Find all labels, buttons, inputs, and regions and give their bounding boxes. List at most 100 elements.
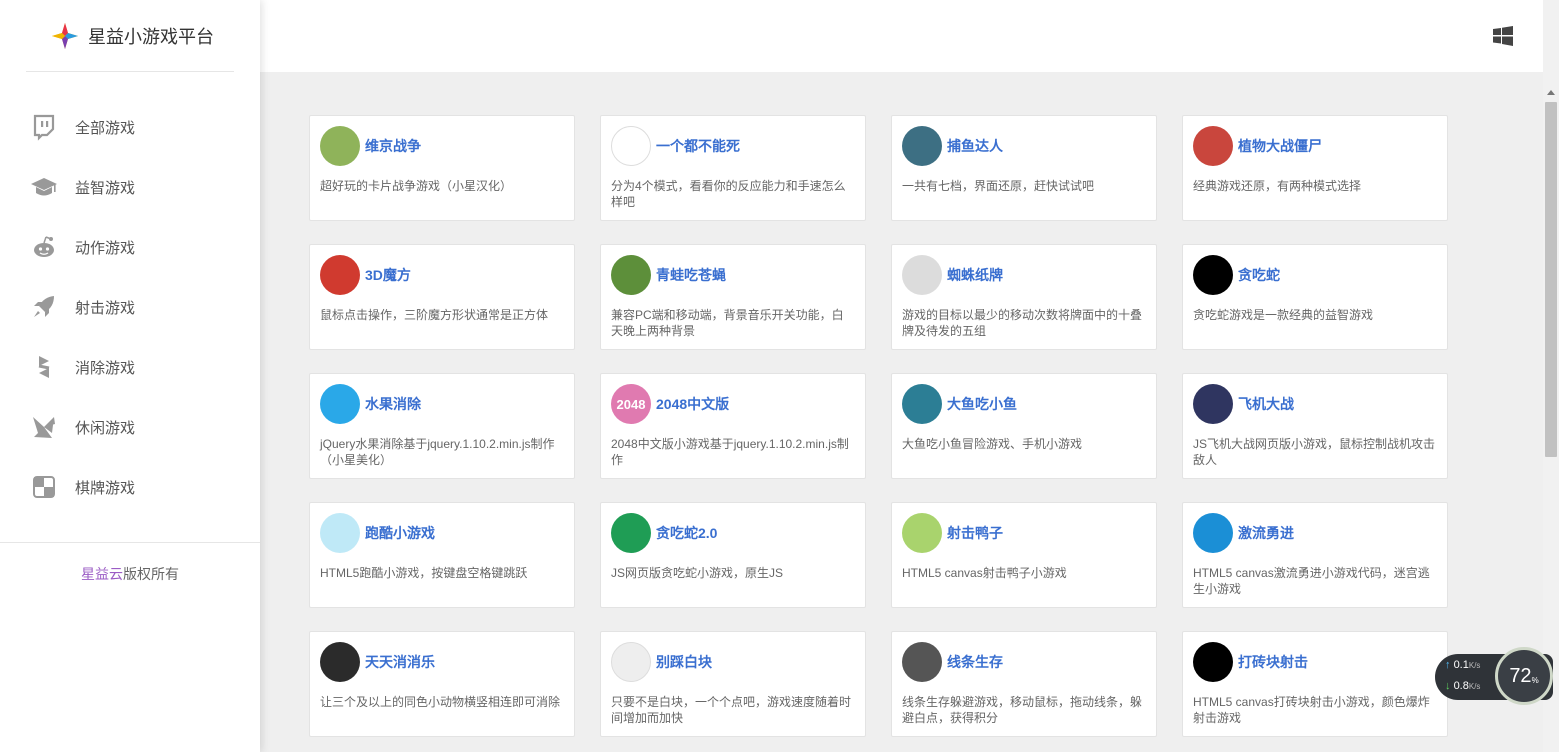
game-thumbnail[interactable] xyxy=(320,513,360,553)
game-card[interactable]: 捕鱼达人 一共有七档，界面还原，赶快试试吧 xyxy=(891,115,1157,221)
sidebar-item-shooting[interactable]: 射击游戏 xyxy=(0,277,260,337)
sidebar-item-label: 消除游戏 xyxy=(75,359,136,377)
game-thumbnail[interactable] xyxy=(320,384,360,424)
game-thumbnail[interactable] xyxy=(902,384,942,424)
sidebar-item-casual[interactable]: 休闲游戏 xyxy=(0,397,260,457)
game-thumbnail[interactable] xyxy=(320,642,360,682)
game-title[interactable]: 2048中文版 xyxy=(656,394,729,414)
game-card[interactable]: 一个都不能死 分为4个模式，看看你的反应能力和手速怎么样吧 xyxy=(600,115,866,221)
memory-gauge[interactable]: 72% xyxy=(1495,647,1553,705)
pinwheel-icon xyxy=(33,417,55,438)
game-card[interactable]: 贪吃蛇2.0 JS网页版贪吃蛇小游戏，原生JS xyxy=(600,502,866,608)
star-logo-icon xyxy=(52,22,78,49)
sidebar-item-elimination[interactable]: 消除游戏 xyxy=(0,337,260,397)
scrollbar[interactable] xyxy=(1543,0,1559,752)
game-thumbnail[interactable] xyxy=(1193,384,1233,424)
game-title[interactable]: 植物大战僵尸 xyxy=(1238,136,1322,156)
hubspot-icon xyxy=(38,356,50,378)
game-description: 贪吃蛇游戏是一款经典的益智游戏 xyxy=(1193,308,1374,322)
game-description: JS飞机大战网页版小游戏，鼠标控制战机攻击敌人 xyxy=(1193,437,1436,467)
game-thumbnail[interactable] xyxy=(611,513,651,553)
game-title[interactable]: 射击鸭子 xyxy=(947,523,1003,543)
game-card[interactable]: 射击鸭子 HTML5 canvas射击鸭子小游戏 xyxy=(891,502,1157,608)
game-thumbnail[interactable] xyxy=(320,255,360,295)
scrollbar-thumb[interactable] xyxy=(1545,102,1557,457)
game-thumbnail[interactable] xyxy=(1193,642,1233,682)
game-card[interactable]: 贪吃蛇贪吃蛇游戏是一款经典的益智游戏 xyxy=(1182,244,1448,350)
scroll-up-arrow[interactable] xyxy=(1547,90,1555,95)
game-title[interactable]: 蜘蛛纸牌 xyxy=(947,265,1003,285)
rocket-icon xyxy=(34,296,54,317)
game-thumbnail[interactable] xyxy=(1193,126,1233,166)
game-title[interactable]: 跑酷小游戏 xyxy=(365,523,435,543)
game-title[interactable]: 贪吃蛇 xyxy=(1238,265,1280,285)
sidebar-item-all-games[interactable]: 全部游戏 xyxy=(0,97,260,157)
game-thumbnail[interactable] xyxy=(1193,513,1233,553)
upload-speed: ↑ 0.1K/s xyxy=(1445,659,1480,671)
game-description: jQuery水果消除基于jquery.1.10.2.min.js制作（小星美化） xyxy=(320,437,555,467)
windows-icon[interactable] xyxy=(1493,26,1513,46)
game-card[interactable]: 飞机大战 JS飞机大战网页版小游戏，鼠标控制战机攻击敌人 xyxy=(1182,373,1448,479)
sidebar-item-board[interactable]: 棋牌游戏 xyxy=(0,457,260,517)
upload-unit: K/s xyxy=(1468,661,1481,670)
game-title[interactable]: 一个都不能死 xyxy=(656,136,740,156)
game-title[interactable]: 飞机大战 xyxy=(1238,394,1294,414)
game-title[interactable]: 大鱼吃小鱼 xyxy=(947,394,1017,414)
game-card[interactable]: 蜘蛛纸牌 游戏的目标以最少的移动次数将牌面中的十叠牌及待发的五组 xyxy=(891,244,1157,350)
game-card[interactable]: 别踩白块 只要不是白块，一个个点吧，游戏速度随着时间增加而加快 xyxy=(600,631,866,737)
game-card[interactable]: 植物大战僵尸 经典游戏还原，有两种模式选择 xyxy=(1182,115,1448,221)
copyright-suffix: 版权所有 xyxy=(123,566,179,582)
game-title[interactable]: 维京战争 xyxy=(365,136,421,156)
sidebar-item-label: 动作游戏 xyxy=(75,239,136,257)
game-card[interactable]: 青蛙吃苍蝇 兼容PC端和移动端，背景音乐开关功能，白天晚上两种背景 xyxy=(600,244,866,350)
game-title[interactable]: 3D魔方 xyxy=(365,265,411,285)
game-description: 大鱼吃小鱼冒险游戏、手机小游戏 xyxy=(902,437,1083,451)
game-thumbnail[interactable] xyxy=(902,255,942,295)
game-description: HTML5 canvas射击鸭子小游戏 xyxy=(902,566,1067,580)
game-thumbnail[interactable]: 2048 xyxy=(611,384,651,424)
game-card[interactable]: 天天消消乐 让三个及以上的同色小动物横竖相连即可消除 xyxy=(309,631,575,737)
game-card[interactable]: 3D魔方 鼠标点击操作，三阶魔方形状通常是正方体 xyxy=(309,244,575,350)
game-thumbnail[interactable] xyxy=(611,126,651,166)
game-card[interactable]: 激流勇进 HTML5 canvas激流勇进小游戏代码，迷宫逃生小游戏 xyxy=(1182,502,1448,608)
logo[interactable]: 星益小游戏平台 xyxy=(26,0,234,72)
sidebar-item-puzzle[interactable]: 益智游戏 xyxy=(0,157,260,217)
game-thumbnail[interactable] xyxy=(611,255,651,295)
download-value: 0.8 xyxy=(1453,680,1469,692)
game-title[interactable]: 青蛙吃苍蝇 xyxy=(656,265,726,285)
game-thumbnail-text: 2048 xyxy=(616,396,646,412)
game-thumbnail[interactable] xyxy=(611,642,651,682)
game-title[interactable]: 贪吃蛇2.0 xyxy=(656,523,717,543)
game-title[interactable]: 水果消除 xyxy=(365,394,421,414)
game-card[interactable]: 线条生存线条生存躲避游戏，移动鼠标，拖动线条，躲避白点，获得积分 xyxy=(891,631,1157,737)
game-card[interactable]: 维京战争 超好玩的卡片战争游戏（小星汉化） xyxy=(309,115,575,221)
game-description: 线条生存躲避游戏，移动鼠标，拖动线条，躲避白点，获得积分 xyxy=(902,695,1143,725)
game-title[interactable]: 天天消消乐 xyxy=(365,652,435,672)
game-thumbnail[interactable] xyxy=(902,642,942,682)
game-card[interactable]: 打砖块射击 HTML5 canvas打砖块射击小游戏，颜色爆炸射击游戏 xyxy=(1182,631,1448,737)
game-title[interactable]: 打砖块射击 xyxy=(1238,652,1308,672)
game-thumbnail[interactable] xyxy=(1193,255,1233,295)
upload-value: 0.1 xyxy=(1453,659,1469,671)
game-card[interactable]: 2048 2048中文版 2048中文版小游戏基于jquery.1.10.2.min… xyxy=(600,373,866,479)
sidebar-item-label: 益智游戏 xyxy=(75,179,136,197)
game-thumbnail[interactable] xyxy=(902,513,942,553)
game-thumbnail[interactable] xyxy=(320,126,360,166)
game-title[interactable]: 捕鱼达人 xyxy=(947,136,1003,156)
graduation-cap-icon xyxy=(31,178,57,196)
game-card[interactable]: 跑酷小游戏 HTML5跑酷小游戏，按键盘空格键跳跃 xyxy=(309,502,575,608)
game-title[interactable]: 激流勇进 xyxy=(1238,523,1294,543)
sidebar-item-label: 休闲游戏 xyxy=(75,419,136,437)
game-card-header: 植物大战僵尸 xyxy=(1193,126,1437,166)
sidebar-item-action[interactable]: 动作游戏 xyxy=(0,217,260,277)
game-title[interactable]: 别踩白块 xyxy=(656,652,712,672)
game-card[interactable]: 水果消除 jQuery水果消除基于jquery.1.10.2.min.js制作（小… xyxy=(309,373,575,479)
twitch-icon xyxy=(33,114,55,141)
game-card[interactable]: 大鱼吃小鱼大鱼吃小鱼冒险游戏、手机小游戏 xyxy=(891,373,1157,479)
download-speed: ↓ 0.8K/s xyxy=(1445,680,1480,692)
game-card-header: 线条生存 xyxy=(902,642,1146,682)
game-thumbnail[interactable] xyxy=(902,126,942,166)
reddit-icon xyxy=(34,236,54,257)
copyright-brand-link[interactable]: 星益云 xyxy=(81,566,123,582)
game-title[interactable]: 线条生存 xyxy=(947,652,1003,672)
